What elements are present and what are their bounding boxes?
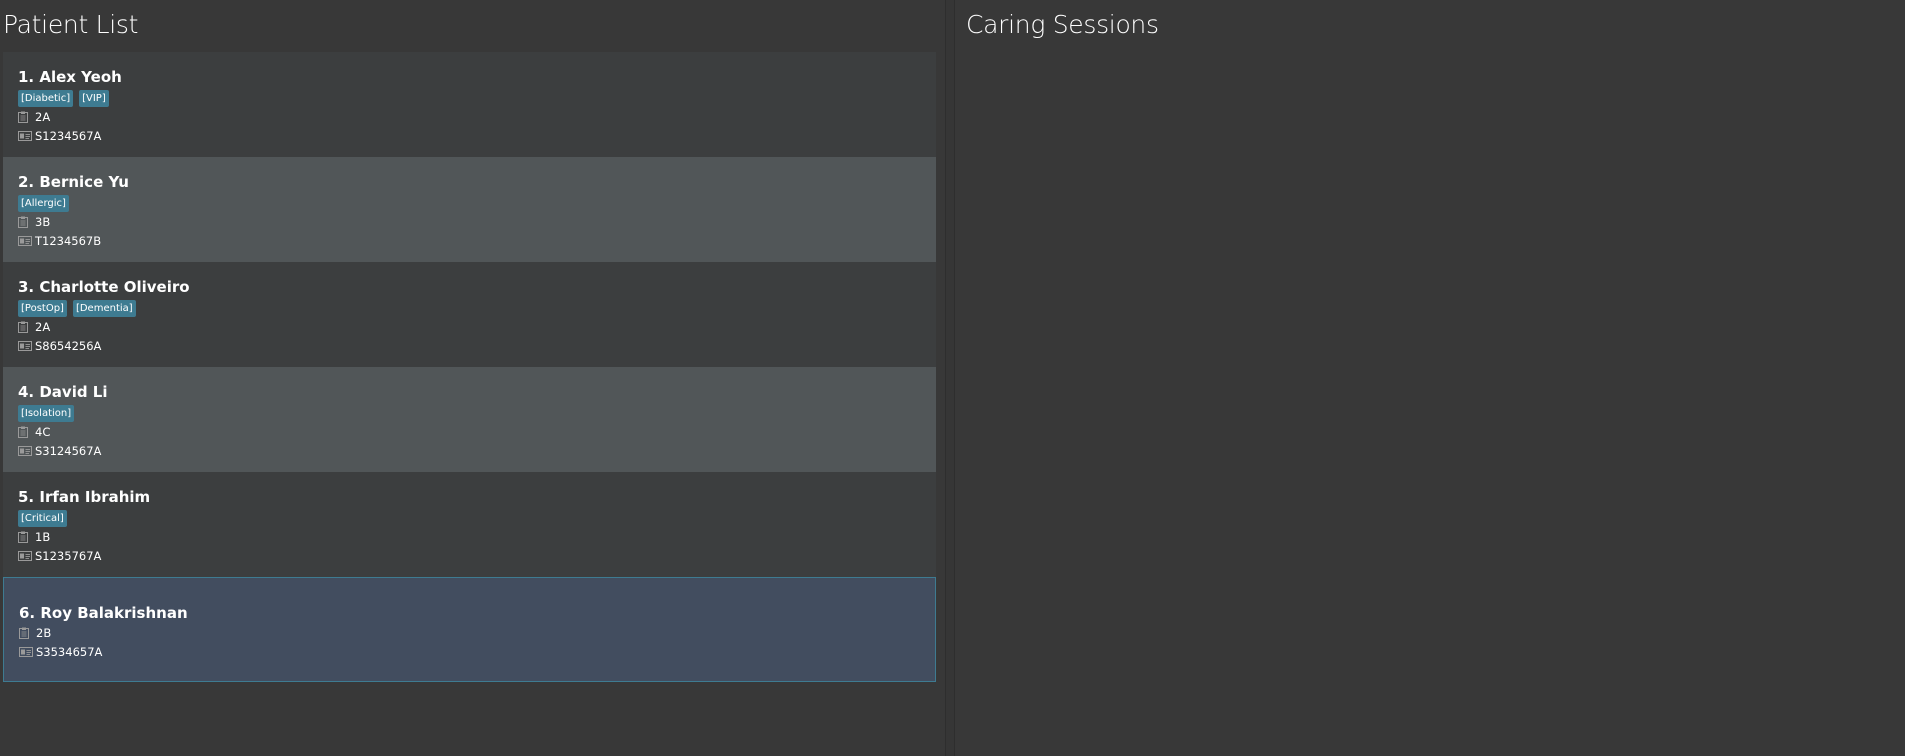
- nric-row: S1235767A: [18, 547, 936, 565]
- id-card-icon: [18, 444, 33, 458]
- tag-badge: [PostOp]: [18, 300, 67, 317]
- id-card-icon: [18, 129, 33, 143]
- ward-row: 2B: [19, 624, 935, 642]
- patient-name: 3. Charlotte Oliveiro: [18, 278, 190, 296]
- tag-list: [Isolation]: [18, 405, 936, 422]
- patient-card[interactable]: 2. Bernice Yu [Allergic] 3B T1234567B: [3, 157, 936, 262]
- patient-card[interactable]: 4. David Li [Isolation] 4C S3124567A: [3, 367, 936, 472]
- nric-row: T1234567B: [18, 232, 936, 250]
- patient-name: 2. Bernice Yu: [18, 173, 129, 191]
- ward-value: 2B: [36, 626, 52, 640]
- tag-badge: [Dementia]: [72, 300, 136, 317]
- clipboard-icon: [18, 215, 33, 229]
- nric-row: S8654256A: [18, 337, 936, 355]
- ward-row: 2A: [18, 318, 936, 336]
- caring-sessions-panel: Caring Sessions: [956, 0, 1905, 756]
- ward-value: 2A: [35, 320, 51, 334]
- split-pane-divider[interactable]: [945, 0, 955, 756]
- ward-row: 1B: [18, 528, 936, 546]
- clipboard-icon: [19, 626, 34, 640]
- tag-badge: [VIP]: [79, 90, 109, 107]
- patient-card[interactable]: 5. Irfan Ibrahim [Critical] 1B S1235767A: [3, 472, 936, 577]
- tag-badge: [Isolation]: [18, 405, 75, 422]
- nric-value: S3534657A: [36, 645, 103, 659]
- patient-card[interactable]: 1. Alex Yeoh [Diabetic] [VIP] 2A S1234567A: [3, 52, 936, 157]
- id-card-icon: [18, 339, 33, 353]
- patient-name: 5. Irfan Ibrahim: [18, 488, 151, 506]
- nric-value: S3124567A: [35, 444, 102, 458]
- caring-sessions-title: Caring Sessions: [966, 10, 1159, 39]
- tag-list: [Allergic]: [18, 195, 936, 212]
- id-card-icon: [18, 234, 33, 248]
- patient-card[interactable]: 3. Charlotte Oliveiro [PostOp] [Dementia] 2…: [3, 262, 936, 367]
- tag-list: [Critical]: [18, 510, 936, 527]
- clipboard-icon: [18, 425, 33, 439]
- nric-row: S3124567A: [18, 442, 936, 460]
- nric-value: S1234567A: [35, 129, 102, 143]
- tag-badge: [Diabetic]: [18, 90, 74, 107]
- id-card-icon: [18, 549, 33, 563]
- patient-card[interactable]: 6. Roy Balakrishnan 2B S3534657A: [3, 577, 936, 682]
- nric-row: S3534657A: [19, 643, 935, 661]
- ward-value: 1B: [35, 530, 51, 544]
- nric-value: S8654256A: [35, 339, 102, 353]
- tag-badge: [Critical]: [18, 510, 67, 527]
- id-card-icon: [19, 645, 34, 659]
- nric-value: S1235767A: [35, 549, 102, 563]
- ward-value: 3B: [35, 215, 51, 229]
- nric-value: T1234567B: [35, 234, 102, 248]
- ward-row: 2A: [18, 108, 936, 126]
- nric-row: S1234567A: [18, 127, 936, 145]
- clipboard-icon: [18, 530, 33, 544]
- patient-list-title: Patient List: [3, 10, 139, 39]
- patient-name: 6. Roy Balakrishnan: [19, 604, 188, 622]
- patient-list-panel: Patient List 1. Alex Yeoh [Diabetic] [VIP]…: [0, 0, 945, 756]
- ward-row: 4C: [18, 423, 936, 441]
- app-window: Patient List 1. Alex Yeoh [Diabetic] [VIP]…: [0, 0, 1905, 756]
- ward-row: 3B: [18, 213, 936, 231]
- patient-name: 1. Alex Yeoh: [18, 68, 122, 86]
- patient-name: 4. David Li: [18, 383, 108, 401]
- patient-list[interactable]: 1. Alex Yeoh [Diabetic] [VIP] 2A S1234567A 2.…: [3, 52, 936, 682]
- tag-list: [Diabetic] [VIP]: [18, 90, 936, 107]
- tag-list: [PostOp] [Dementia]: [18, 300, 936, 317]
- ward-value: 2A: [35, 110, 51, 124]
- ward-value: 4C: [35, 425, 51, 439]
- clipboard-icon: [18, 320, 33, 334]
- tag-badge: [Allergic]: [18, 195, 69, 212]
- clipboard-icon: [18, 110, 33, 124]
